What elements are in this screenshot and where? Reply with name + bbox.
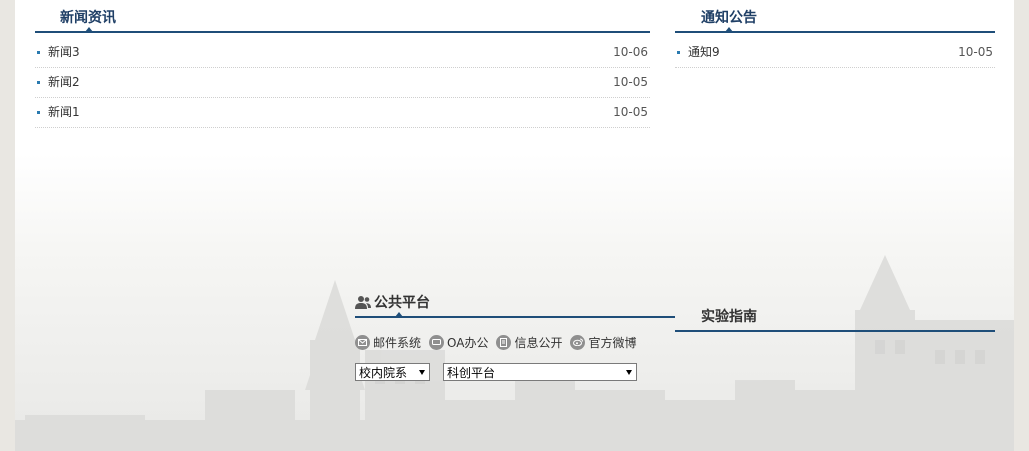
- research-platform-select[interactable]: 科创平台: [443, 363, 637, 381]
- mail-system-link[interactable]: 邮件系统: [355, 334, 421, 351]
- public-platform-title-wrap: 公共平台: [355, 292, 430, 312]
- page-content: 新闻资讯 新闻3 10-06 新闻2 10-05 新闻1 10-05 通知公告 …: [15, 0, 1014, 451]
- public-platform-header: 公共平台: [355, 288, 675, 318]
- bullet-icon: [37, 51, 40, 54]
- chevron-down-icon: [626, 370, 632, 375]
- public-platform-title-pointer: [395, 312, 403, 317]
- bullet-icon: [37, 111, 40, 114]
- oa-office-link[interactable]: OA办公: [429, 334, 488, 351]
- list-item[interactable]: 通知9 10-05: [675, 38, 995, 68]
- info-disclosure-link[interactable]: 信息公开: [496, 334, 562, 351]
- info-disclosure-label[interactable]: 信息公开: [514, 334, 562, 351]
- list-item[interactable]: 新闻2 10-05: [35, 68, 650, 98]
- news-item-date: 10-05: [613, 75, 648, 89]
- official-weibo-link[interactable]: 官方微博: [570, 334, 637, 351]
- news-item-title[interactable]: 新闻2: [48, 68, 80, 97]
- oa-office-label[interactable]: OA办公: [447, 334, 488, 351]
- news-title-pointer: [85, 27, 93, 32]
- list-item[interactable]: 新闻3 10-06: [35, 38, 650, 68]
- news-item-date: 10-05: [613, 105, 648, 119]
- campus-departments-select[interactable]: 校内院系: [355, 363, 430, 381]
- notices-header: 通知公告: [675, 3, 995, 33]
- news-item-title[interactable]: 新闻1: [48, 98, 80, 127]
- news-header: 新闻资讯: [35, 3, 650, 33]
- mail-icon: [355, 334, 370, 350]
- notices-title-pointer: [725, 27, 733, 32]
- chevron-down-icon: [419, 370, 425, 375]
- lab-guide-header: 实验指南: [675, 302, 995, 332]
- bullet-icon: [37, 81, 40, 84]
- public-platform-links: 邮件系统 OA办公 信息公开 官方微博: [355, 333, 645, 351]
- news-item-title[interactable]: 新闻3: [48, 38, 80, 67]
- notice-item-title[interactable]: 通知9: [688, 38, 720, 67]
- news-item-date: 10-06: [613, 45, 648, 59]
- bullet-icon: [677, 51, 680, 54]
- chat-icon: [429, 334, 445, 350]
- list-item[interactable]: 新闻1 10-05: [35, 98, 650, 128]
- users-icon: [355, 296, 371, 309]
- weibo-icon: [570, 334, 586, 350]
- news-list: 新闻3 10-06 新闻2 10-05 新闻1 10-05: [35, 38, 650, 128]
- notices-title: 通知公告: [701, 10, 757, 26]
- research-platform-select-value: 科创平台: [447, 366, 496, 380]
- lab-guide-title: 实验指南: [701, 309, 757, 325]
- mail-system-label[interactable]: 邮件系统: [373, 334, 421, 351]
- notice-item-date: 10-05: [958, 45, 993, 59]
- notices-list: 通知9 10-05: [675, 38, 995, 68]
- official-weibo-label[interactable]: 官方微博: [588, 334, 636, 351]
- news-title: 新闻资讯: [60, 10, 116, 26]
- campus-departments-select-value: 校内院系: [359, 366, 408, 380]
- document-icon: [496, 334, 512, 350]
- public-platform-title: 公共平台: [374, 295, 430, 311]
